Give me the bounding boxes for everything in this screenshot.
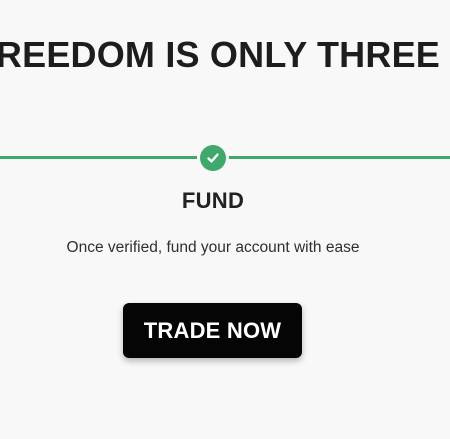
step-title: FUND — [181, 188, 245, 213]
hero-headline: FINANCIAL FREEDOM IS ONLY THREE STEPS AW… — [0, 34, 450, 75]
step-status-badge — [200, 145, 226, 171]
trade-now-button[interactable]: TRADE NOW — [123, 303, 302, 358]
check-icon — [207, 153, 219, 163]
page: FINANCIAL FREEDOM IS ONLY THREE STEPS AW… — [0, 0, 450, 439]
step-description: Once verified, fund your account with ea… — [66, 239, 360, 256]
